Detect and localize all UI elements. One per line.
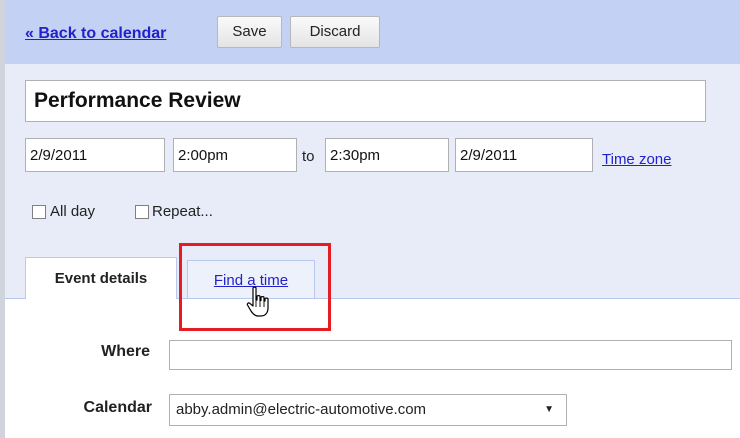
where-label: Where xyxy=(101,343,150,360)
where-input[interactable] xyxy=(169,340,732,370)
start-time-input[interactable] xyxy=(173,138,297,172)
tab-event-details[interactable]: Event details xyxy=(25,257,177,299)
back-to-calendar-link[interactable]: « Back to calendar xyxy=(25,25,166,43)
discard-button[interactable]: Discard xyxy=(290,16,380,48)
end-date-input[interactable] xyxy=(455,138,593,172)
all-day-checkbox[interactable] xyxy=(32,205,46,219)
calendar-label: Calendar xyxy=(83,399,152,416)
start-date-input[interactable] xyxy=(25,138,165,172)
repeat-label: Repeat... xyxy=(152,203,213,220)
calendar-selected-value: abby.admin@electric-automotive.com xyxy=(176,401,427,418)
end-time-input[interactable] xyxy=(325,138,449,172)
save-button[interactable]: Save xyxy=(217,16,282,48)
event-title-input[interactable] xyxy=(25,80,706,122)
dropdown-arrow-icon: ▼ xyxy=(544,404,554,415)
hand-pointer-icon xyxy=(246,286,269,317)
time-zone-link[interactable]: Time zone xyxy=(602,151,671,168)
repeat-checkbox[interactable] xyxy=(135,205,149,219)
all-day-label: All day xyxy=(50,203,96,220)
to-label: to xyxy=(302,148,315,165)
calendar-select[interactable]: abby.admin@electric-automotive.com ▼ xyxy=(169,394,567,426)
